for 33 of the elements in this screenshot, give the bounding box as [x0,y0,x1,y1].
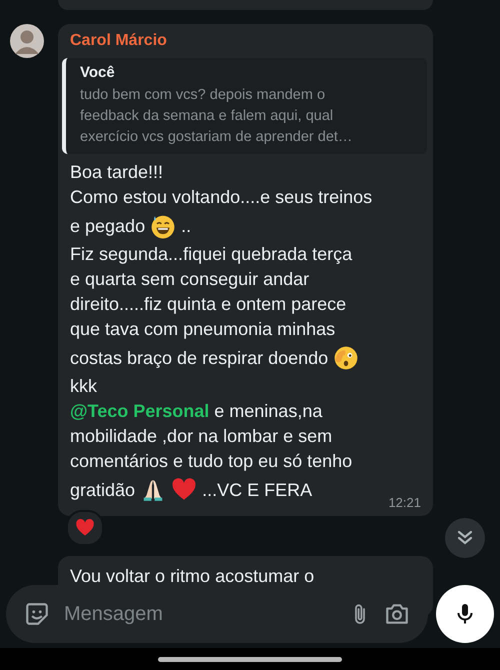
sticker-icon[interactable] [24,601,50,627]
message-text: mobilidade ,dor na lombar e sem [70,425,332,448]
face-covering-eye-emoji-icon [333,345,360,371]
message-input[interactable]: Mensagem [62,602,336,626]
message-text: costas braço de respirar doendo [70,346,328,370]
quote-text: tudo bem com vcs? depois mandem o [80,86,326,105]
message-text: kkk [70,375,97,398]
quote-author: Você [80,64,116,81]
sender-name: Carol Márcio [69,31,168,51]
message-text: Vou voltar o ritmo acostumar o [70,566,314,586]
message-text: ...VC E FERA [202,478,312,502]
avatar-icon[interactable] [10,24,44,58]
message-text: que tava com pneumonia minhas [70,318,336,341]
message-time: 12:21 [388,495,421,510]
scroll-down-button[interactable] [445,518,485,558]
quoted-message[interactable]: Você tudo bem com vcs? depois mandem o feedback da semana e falem aqui, qual exercício vcs gostariam de aprender det… [62,58,427,154]
message-text: e quarta sem conseguir andar [70,268,310,291]
quote-text: feedback da semana e falem aqui, qual [80,107,334,126]
message-text: Boa tarde!!! [70,161,164,184]
grinning-sweat-emoji-icon [150,213,176,239]
message-text: gratidão [70,478,136,502]
message-text: direito.....fiz quinta e ontem parece [70,293,346,316]
message-text: e pegado [70,214,146,238]
message-field[interactable]: Mensagem [6,585,428,643]
mention-link[interactable]: @Teco Personal [70,399,210,424]
home-indicator[interactable] [158,656,342,662]
message-text: Como estou voltando....e seus treinos [70,186,372,209]
message-text: Fiz segunda...fiquei quebrada terça [70,243,352,266]
message-text: e meninas,na [214,400,322,423]
message-text: comentários e tudo top eu só tenho [70,450,352,473]
message-text: .. [181,214,192,238]
heart-icon [75,518,95,538]
quote-text: exercício vcs gostariam de aprender det… [80,128,354,147]
